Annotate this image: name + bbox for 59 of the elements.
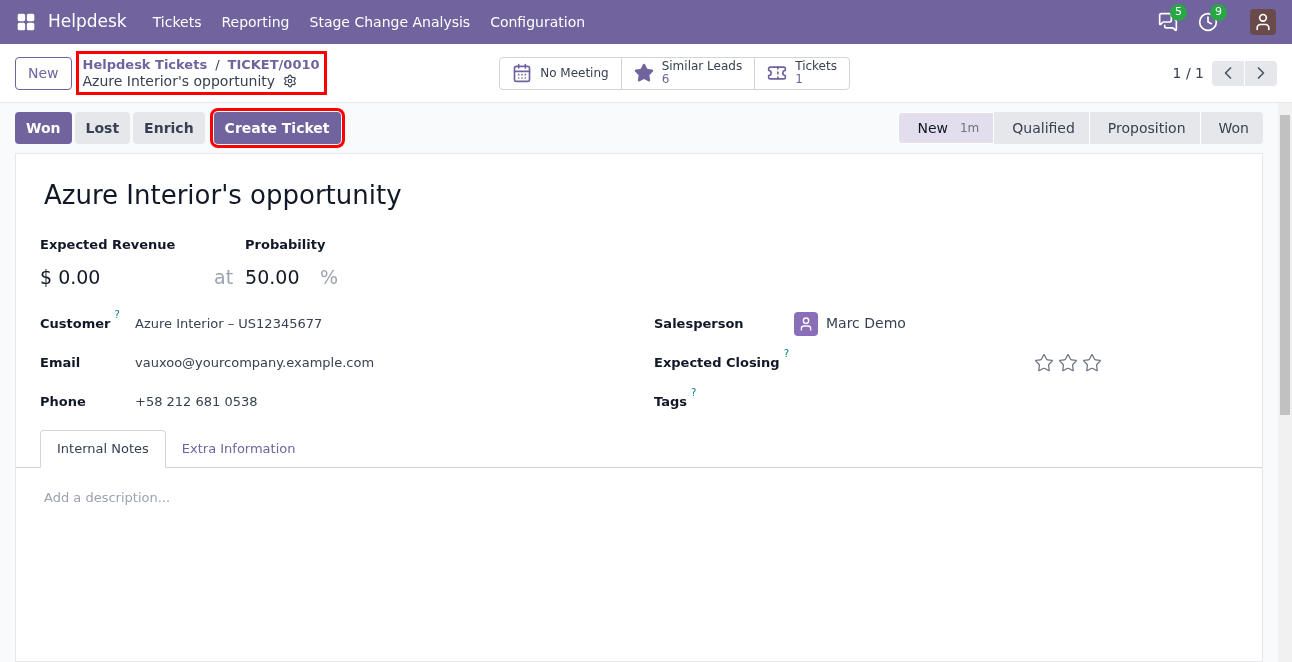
- percent-label: %: [320, 264, 339, 290]
- breadcrumb-link[interactable]: Helpdesk Tickets: [82, 57, 208, 73]
- notebook-tab[interactable]: Internal Notes: [40, 429, 166, 468]
- smart-button[interactable]: Tickets 1: [754, 57, 849, 89]
- revenue-label: Expected Revenue: [40, 236, 177, 254]
- ticket-icon: [767, 63, 788, 83]
- action-button[interactable]: Enrich: [133, 112, 205, 144]
- field-label: Expected Closing: [654, 353, 780, 372]
- apps-menu-icon[interactable]: [16, 12, 36, 32]
- field-label: Email: [40, 353, 81, 372]
- field-label: Tags: [654, 392, 687, 411]
- star-icon[interactable]: [1058, 352, 1078, 373]
- stage-button[interactable]: New 1m: [898, 112, 995, 144]
- help-icon[interactable]: ?: [783, 348, 789, 359]
- field-value[interactable]: +58 212 681 0538: [135, 391, 258, 412]
- star-icon: [633, 63, 654, 83]
- priority-stars[interactable]: [1034, 352, 1102, 373]
- breadcrumb-separator: /: [215, 57, 220, 73]
- star-icon[interactable]: [1082, 352, 1102, 373]
- messages-count: 5: [1170, 4, 1187, 21]
- pager-value: 1 / 1: [1172, 63, 1204, 83]
- field-label: Customer: [40, 314, 111, 333]
- field-label: Phone: [40, 392, 86, 411]
- smart-button[interactable]: Similar Leads 6: [620, 57, 755, 89]
- activities-count: 9: [1210, 4, 1227, 21]
- action-button[interactable]: Lost: [74, 112, 131, 144]
- field-value[interactable]: vauxoo@yourcompany.example.com: [135, 352, 375, 373]
- help-icon[interactable]: ?: [691, 387, 697, 398]
- smart-button[interactable]: No Meeting: [500, 57, 621, 89]
- probability-field[interactable]: 50.00: [245, 262, 321, 291]
- salesperson-value[interactable]: Marc Demo: [826, 313, 906, 334]
- breadcrumb-current[interactable]: TICKET/0010: [227, 57, 320, 73]
- menu-item[interactable]: Stage Change Analysis: [299, 11, 481, 33]
- field-value[interactable]: Azure Interior – US12345677: [135, 313, 323, 334]
- next-button[interactable]: [1245, 60, 1277, 86]
- previous-button[interactable]: [1212, 60, 1244, 86]
- revenue-field[interactable]: $ 0.00: [40, 262, 210, 291]
- messages-icon[interactable]: [1158, 12, 1178, 32]
- calendar-icon: [512, 63, 533, 83]
- settings-icon[interactable]: [283, 74, 298, 88]
- record-name: Azure Interior's opportunity: [82, 73, 276, 89]
- field-label: Salesperson: [654, 314, 744, 333]
- new-button[interactable]: New: [15, 56, 72, 90]
- avatar-icon: [794, 311, 818, 336]
- action-button[interactable]: Won: [15, 112, 72, 144]
- notebook-tab[interactable]: Extra Information: [165, 429, 312, 468]
- stage-button[interactable]: Qualified: [994, 112, 1090, 144]
- menu-item[interactable]: Tickets: [142, 11, 212, 33]
- stage-button[interactable]: Won: [1200, 112, 1263, 144]
- at-label: at: [214, 265, 234, 290]
- user-avatar-icon[interactable]: [1250, 9, 1276, 35]
- menu-item[interactable]: Configuration: [480, 11, 596, 33]
- stage-button[interactable]: Proposition: [1089, 112, 1201, 144]
- probability-label: Probability: [245, 236, 327, 254]
- menu-item[interactable]: Reporting: [211, 11, 300, 33]
- opportunity-title: Azure Interior's opportunity: [43, 179, 403, 212]
- help-icon[interactable]: ?: [114, 309, 120, 320]
- app-name[interactable]: Helpdesk: [48, 9, 127, 35]
- star-icon[interactable]: [1034, 352, 1054, 373]
